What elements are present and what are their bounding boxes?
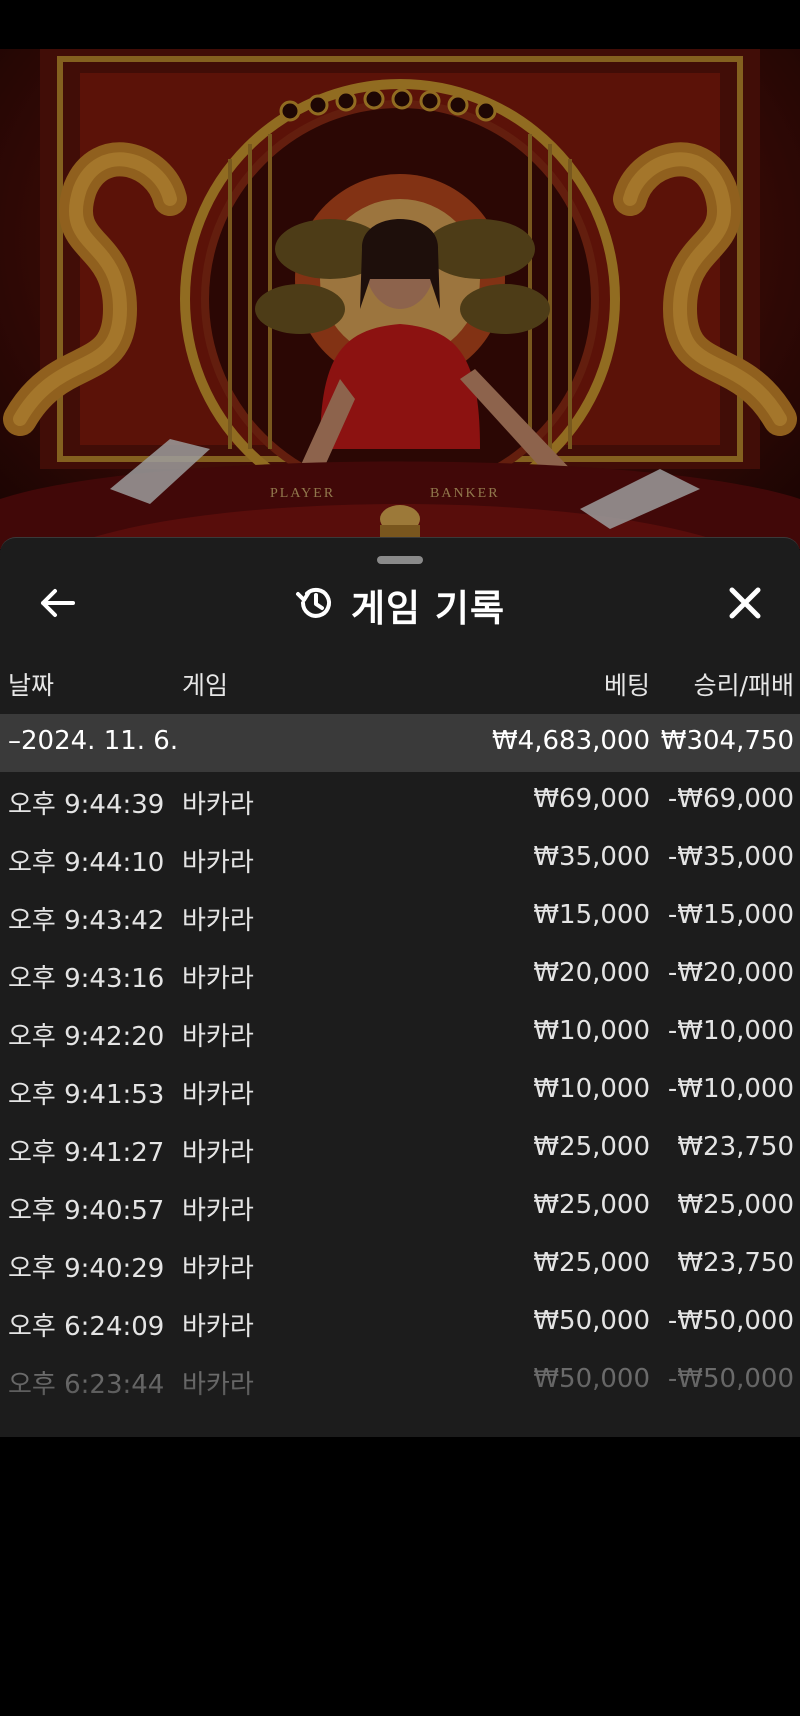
row-time: 오후 9:43:16 [8,964,165,994]
table-row[interactable]: 오후 9:43:42 바카라 ₩15,000 -₩15,000 [0,888,800,946]
row-bet: ₩50,000 [533,1364,650,1394]
row-time: 오후 9:40:57 [8,1196,165,1226]
row-time: 오후 9:41:27 [8,1138,165,1168]
table-row[interactable]: 오후 9:41:53 바카라 ₩10,000 -₩10,000 [0,1062,800,1120]
row-bet: ₩35,000 [533,842,650,872]
row-bet: ₩10,000 [533,1016,650,1046]
row-time: 오후 9:44:10 [8,848,165,878]
table-row[interactable]: 오후 9:41:27 바카라 ₩25,000 ₩23,750 [0,1120,800,1178]
table-row[interactable]: 오후 9:44:10 바카라 ₩35,000 -₩35,000 [0,830,800,888]
sheet-title: 게임 기록 [350,587,506,630]
group-date: –2024. 11. 6. [8,726,179,756]
row-bet: ₩25,000 [533,1190,650,1220]
table-row[interactable]: 오후 6:23:44 바카라 ₩50,000 -₩50,000 [0,1352,800,1410]
row-result: -₩50,000 [667,1306,794,1336]
row-game: 바카라 [182,848,254,878]
row-game: 바카라 [182,1022,254,1052]
row-result: -₩20,000 [667,958,794,988]
column-header-date[interactable]: 날짜 [8,666,54,702]
sheet-header: 게임 기록 [0,578,800,632]
row-time: 오후 9:40:29 [8,1254,165,1284]
table-row[interactable]: 오후 6:24:09 바카라 ₩50,000 -₩50,000 [0,1294,800,1352]
row-bet: ₩10,000 [533,1074,650,1104]
sheet-drag-handle[interactable] [377,556,423,564]
history-list[interactable]: 오후 9:44:39 바카라 ₩69,000 -₩69,000 오후 9:44:… [0,772,800,1437]
baccarat-game-screen: PLAYER BANKER 게임 기록 날짜 게임 베팅 승리/패배 –2024… [0,0,800,1716]
row-result: -₩69,000 [667,784,794,814]
row-time: 오후 9:44:39 [8,790,165,820]
row-result: -₩35,000 [667,842,794,872]
column-header-bet[interactable]: 베팅 [604,666,650,702]
game-history-sheet: 게임 기록 날짜 게임 베팅 승리/패배 –2024. 11. 6. ₩4,68… [0,537,800,1437]
row-bet: ₩25,000 [533,1132,650,1162]
row-result: -₩15,000 [667,900,794,930]
row-bet: ₩15,000 [533,900,650,930]
row-time: 오후 9:43:42 [8,906,165,936]
row-game: 바카라 [182,906,254,936]
group-total-bet: ₩4,683,000 [491,726,650,756]
table-row[interactable]: 오후 9:44:39 바카라 ₩69,000 -₩69,000 [0,772,800,830]
row-result: -₩10,000 [667,1074,794,1104]
table-row[interactable]: 오후 9:40:57 바카라 ₩25,000 ₩25,000 [0,1178,800,1236]
row-result: -₩10,000 [667,1016,794,1046]
row-time: 오후 6:23:44 [8,1370,165,1400]
column-header-win-loss[interactable]: 승리/패배 [694,666,794,702]
close-icon [728,586,762,624]
history-clock-icon [295,583,335,627]
row-time: 오후 6:24:09 [8,1312,165,1342]
group-total-win-loss: ₩304,750 [660,726,794,756]
row-bet: ₩50,000 [533,1306,650,1336]
column-header-game[interactable]: 게임 [182,666,228,702]
row-result: ₩23,750 [677,1248,794,1278]
row-bet: ₩69,000 [533,784,650,814]
row-game: 바카라 [182,1080,254,1110]
row-bet: ₩25,000 [533,1248,650,1278]
close-button[interactable] [718,578,772,632]
row-game: 바카라 [182,1254,254,1284]
row-time: 오후 9:42:20 [8,1022,165,1052]
row-game: 바카라 [182,790,254,820]
row-result: ₩25,000 [677,1190,794,1220]
row-game: 바카라 [182,1370,254,1400]
row-time: 오후 9:41:53 [8,1080,165,1110]
table-row[interactable]: 오후 9:40:29 바카라 ₩25,000 ₩23,750 [0,1236,800,1294]
live-dealer-video: PLAYER BANKER [0,49,800,549]
row-game: 바카라 [182,1312,254,1342]
date-group-row[interactable]: –2024. 11. 6. ₩4,683,000 ₩304,750 [0,714,800,772]
table-row[interactable]: 오후 9:42:20 바카라 ₩10,000 -₩10,000 [0,1004,800,1062]
table-row[interactable]: 오후 9:43:16 바카라 ₩20,000 -₩20,000 [0,946,800,1004]
row-result: -₩50,000 [667,1364,794,1394]
row-game: 바카라 [182,1138,254,1168]
row-bet: ₩20,000 [533,958,650,988]
row-result: ₩23,750 [677,1132,794,1162]
row-game: 바카라 [182,1196,254,1226]
row-game: 바카라 [182,964,254,994]
